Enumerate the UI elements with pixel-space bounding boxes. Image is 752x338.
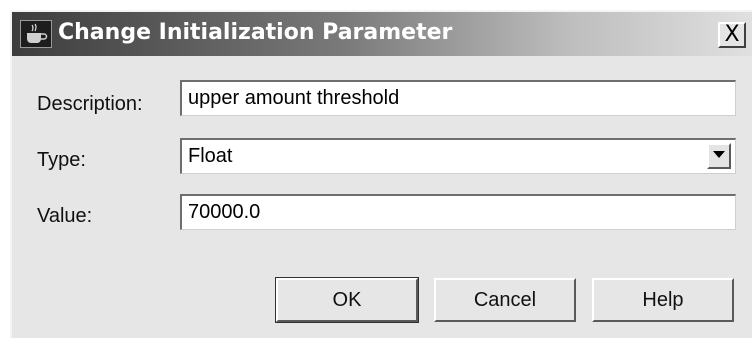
chevron-down-icon: [713, 151, 725, 158]
cancel-button[interactable]: Cancel: [434, 278, 576, 322]
description-input[interactable]: upper amount threshold: [180, 80, 736, 116]
type-label: Type:: [37, 149, 86, 171]
dialog-title: Change Initialization Parameter: [58, 20, 453, 45]
close-button[interactable]: X: [718, 22, 746, 48]
description-label: Description:: [37, 93, 143, 115]
close-icon: X: [724, 22, 740, 47]
type-select[interactable]: Float: [180, 138, 736, 174]
title-bar[interactable]: Change Initialization Parameter X: [12, 12, 752, 56]
help-button[interactable]: Help: [592, 278, 734, 322]
type-select-value: Float: [188, 145, 233, 167]
dropdown-button[interactable]: [707, 143, 731, 169]
ok-button[interactable]: OK: [275, 277, 419, 323]
change-init-parameter-dialog: Change Initialization Parameter X Descri…: [10, 10, 752, 338]
java-cup-icon: [20, 20, 52, 48]
value-label: Value:: [37, 205, 93, 227]
value-input[interactable]: 70000.0: [180, 194, 736, 230]
